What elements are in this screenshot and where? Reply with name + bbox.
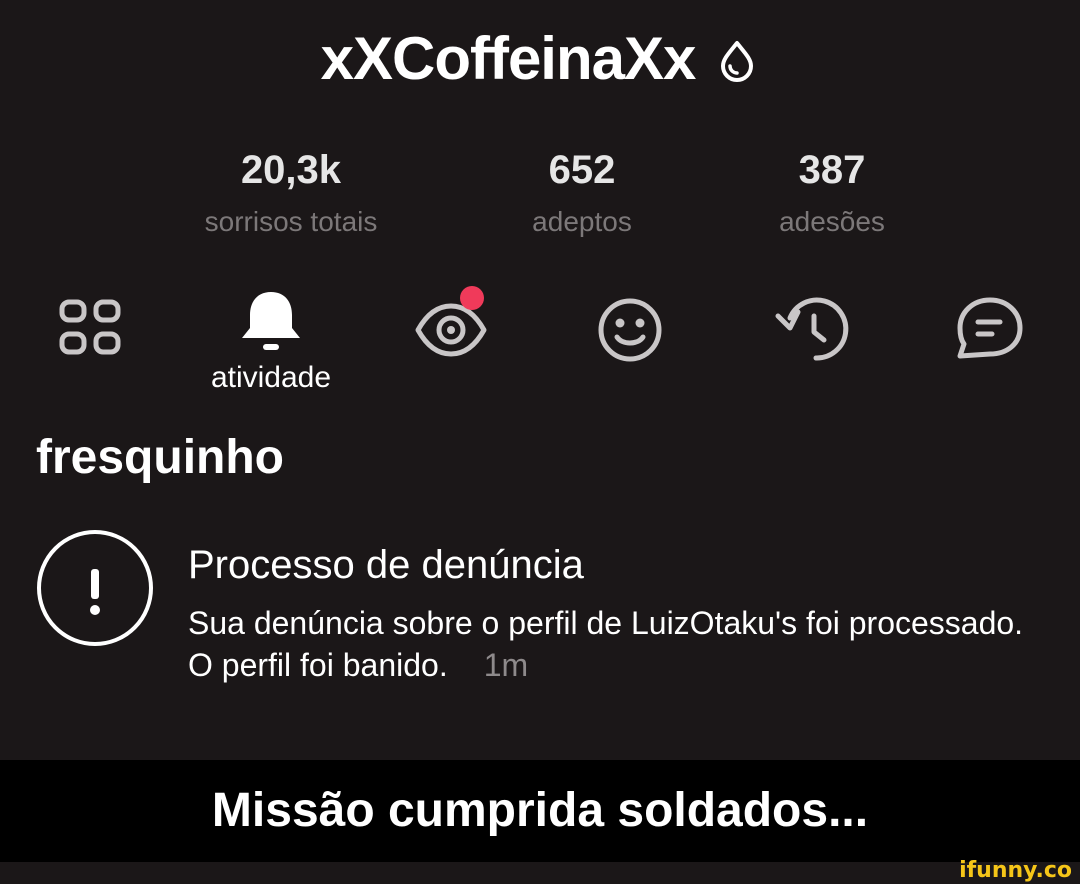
bottom-strip bbox=[0, 862, 1080, 883]
tab-smiles[interactable] bbox=[596, 296, 664, 364]
stat-followers[interactable]: 652 adeptos bbox=[452, 146, 712, 240]
bell-icon bbox=[242, 292, 300, 350]
history-icon bbox=[775, 297, 849, 361]
water-drop-icon bbox=[721, 41, 754, 82]
stat-label: adesões bbox=[779, 206, 885, 237]
tab-history[interactable] bbox=[772, 294, 850, 364]
tab-activity-label: atividade bbox=[210, 361, 332, 394]
stat-subscriptions[interactable]: 387 adesões bbox=[702, 146, 962, 240]
notification-message: Sua denúncia sobre o perfil de LuizOtaku… bbox=[188, 605, 1024, 683]
profile-header: xXCoffeinaXx bbox=[0, 24, 1080, 94]
tab-comments[interactable] bbox=[954, 296, 1026, 362]
stat-value: 652 bbox=[548, 148, 616, 192]
section-title: fresquinho bbox=[36, 431, 284, 484]
stat-value: 20,3k bbox=[240, 148, 342, 192]
tab-activity[interactable]: atividade bbox=[196, 288, 346, 396]
grid-icon bbox=[59, 299, 121, 355]
tab-views[interactable] bbox=[414, 286, 488, 360]
notification-title: Processo de denúncia bbox=[188, 543, 584, 587]
notification-badge-dot bbox=[460, 286, 484, 310]
tab-grid[interactable] bbox=[56, 296, 124, 360]
notification-body: Sua denúncia sobre o perfil de LuizOtaku… bbox=[188, 602, 1038, 686]
chat-icon bbox=[957, 297, 1023, 359]
ifunny-watermark: ifunny.co bbox=[959, 858, 1072, 883]
stat-label: adeptos bbox=[532, 206, 632, 237]
username: xXCoffeinaXx bbox=[320, 25, 697, 92]
alert-circle-icon bbox=[37, 530, 153, 646]
smiley-icon bbox=[598, 298, 662, 362]
notification-time: 1m bbox=[483, 647, 529, 683]
caption-band: Missão cumprida soldados... bbox=[0, 760, 1080, 862]
stat-value: 387 bbox=[798, 148, 866, 192]
stat-total-smiles[interactable]: 20,3k sorrisos totais bbox=[161, 146, 421, 240]
meme-caption: Missão cumprida soldados... bbox=[211, 784, 869, 837]
stat-label: sorrisos totais bbox=[204, 206, 378, 237]
